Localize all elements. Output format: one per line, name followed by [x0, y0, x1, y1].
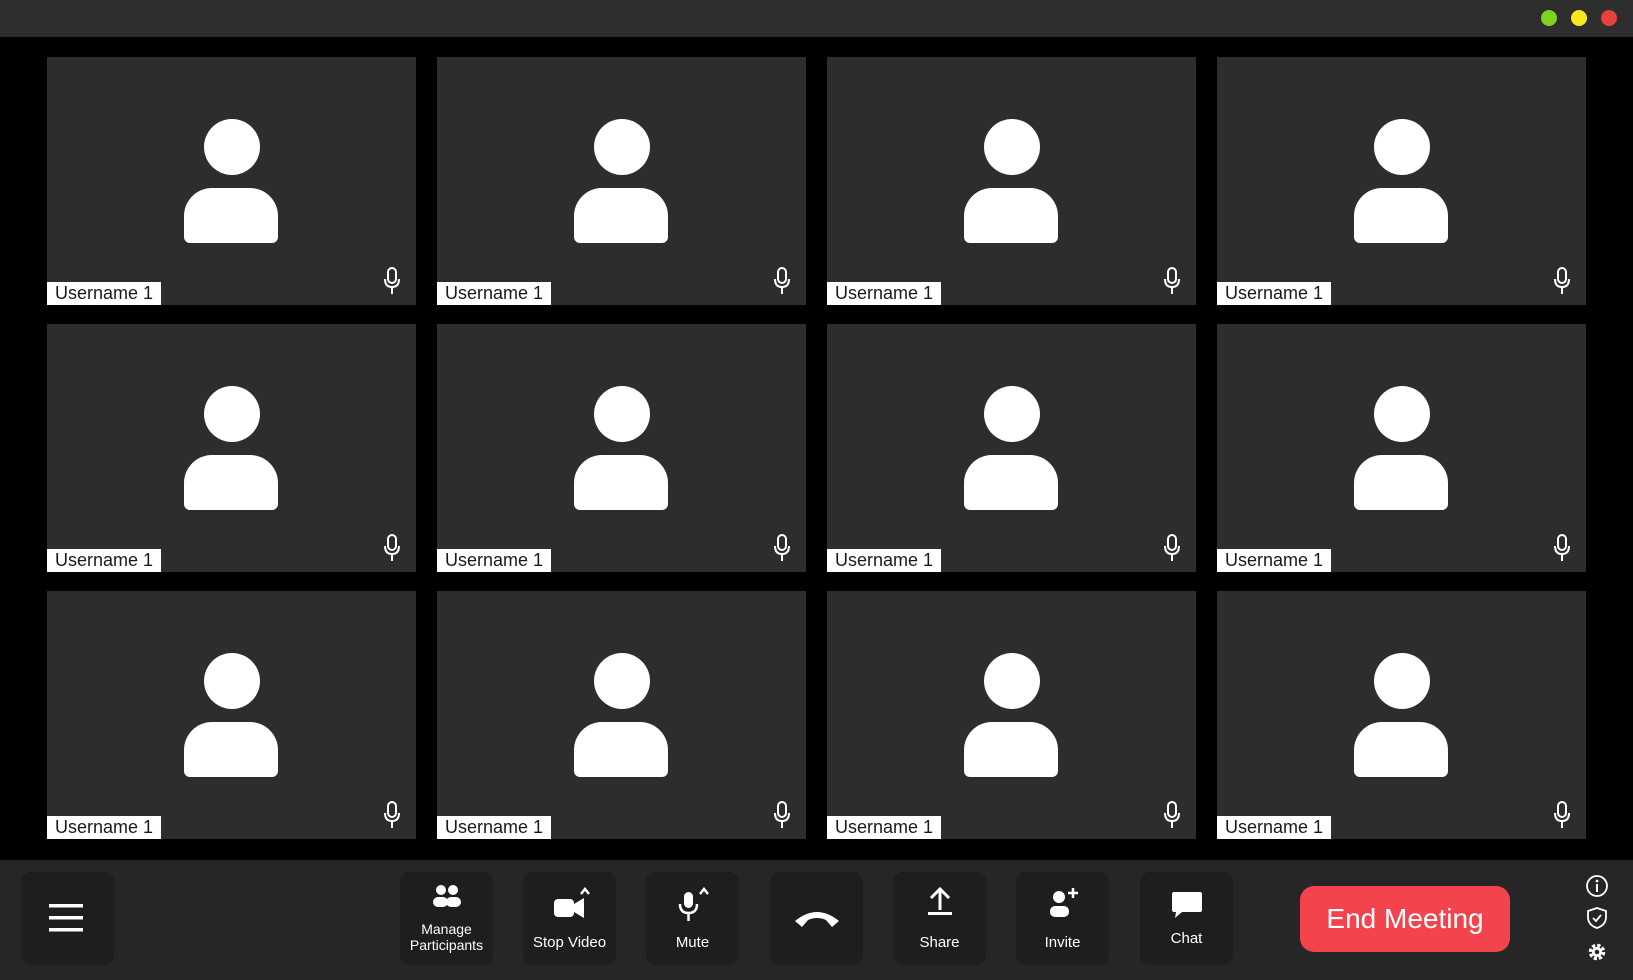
microphone-icon	[1554, 801, 1570, 828]
stop-video-label: Stop Video	[532, 934, 607, 951]
share-button[interactable]: Share	[893, 872, 986, 965]
participant-name-label: Username 1	[437, 816, 552, 839]
participant-tile[interactable]: Username 1	[1217, 324, 1586, 572]
gear-icon[interactable]	[1585, 940, 1609, 964]
participant-tile[interactable]: Username 1	[437, 591, 806, 839]
participant-name-label: Username 1	[437, 549, 552, 572]
participant-name-label: Username 1	[827, 816, 942, 839]
manage-participants-button[interactable]: Manage Participants	[400, 872, 493, 965]
participant-grid: Username 1 Username 1 Username 1 Usernam…	[47, 57, 1587, 839]
invite-label: Invite	[1044, 934, 1081, 951]
participant-name-label: Username 1	[827, 282, 942, 305]
window-minimize-button[interactable]	[1571, 10, 1587, 26]
add-user-icon	[1049, 888, 1078, 917]
microphone-icon	[774, 267, 790, 294]
participant-name-label: Username 1	[47, 282, 162, 305]
video-camera-icon	[553, 886, 590, 918]
participant-name-label: Username 1	[1217, 816, 1332, 839]
participant-tile[interactable]: Username 1	[827, 324, 1196, 572]
participant-tile[interactable]: Username 1	[437, 57, 806, 305]
chat-label: Chat	[1170, 930, 1203, 947]
avatar-placeholder-icon	[573, 653, 670, 777]
window-close-button[interactable]	[1601, 10, 1617, 26]
menu-button[interactable]	[21, 872, 114, 965]
participant-tile[interactable]: Username 1	[437, 324, 806, 572]
avatar-placeholder-icon	[963, 119, 1060, 243]
shield-icon[interactable]	[1585, 906, 1609, 930]
participant-tile[interactable]: Username 1	[47, 324, 416, 572]
avatar-placeholder-icon	[183, 386, 280, 510]
microphone-icon	[384, 801, 400, 828]
avatar-placeholder-icon	[573, 386, 670, 510]
avatar-placeholder-icon	[963, 653, 1060, 777]
microphone-icon	[774, 534, 790, 561]
stop-video-button[interactable]: Stop Video	[523, 872, 616, 965]
microphone-icon	[1554, 534, 1570, 561]
mute-button[interactable]: Mute	[646, 872, 739, 965]
participants-icon	[432, 885, 461, 907]
participant-tile[interactable]: Username 1	[827, 57, 1196, 305]
participant-name-label: Username 1	[47, 549, 162, 572]
microphone-icon	[1164, 801, 1180, 828]
participant-name-label: Username 1	[47, 816, 162, 839]
microphone-icon	[774, 801, 790, 828]
participant-tile[interactable]: Username 1	[1217, 591, 1586, 839]
avatar-placeholder-icon	[1353, 386, 1450, 510]
avatar-placeholder-icon	[573, 119, 670, 243]
microphone-icon	[384, 534, 400, 561]
phone-hangup-icon	[795, 912, 839, 927]
avatar-placeholder-icon	[183, 119, 280, 243]
avatar-placeholder-icon	[1353, 119, 1450, 243]
share-upload-icon	[927, 886, 952, 915]
microphone-icon	[678, 886, 709, 921]
avatar-placeholder-icon	[183, 653, 280, 777]
mute-label: Mute	[675, 934, 710, 951]
participant-tile[interactable]: Username 1	[827, 591, 1196, 839]
share-label: Share	[919, 934, 960, 951]
microphone-icon	[1554, 267, 1570, 294]
participant-name-label: Username 1	[437, 282, 552, 305]
title-bar	[0, 0, 1633, 37]
avatar-placeholder-icon	[963, 386, 1060, 510]
hang-up-button[interactable]	[770, 872, 863, 965]
invite-button[interactable]: Invite	[1016, 872, 1109, 965]
participant-tile[interactable]: Username 1	[1217, 57, 1586, 305]
microphone-icon	[384, 267, 400, 294]
avatar-placeholder-icon	[1353, 653, 1450, 777]
participant-name-label: Username 1	[827, 549, 942, 572]
info-icon[interactable]	[1585, 874, 1609, 898]
participant-tile[interactable]: Username 1	[47, 57, 416, 305]
participant-name-label: Username 1	[1217, 549, 1332, 572]
window-maximize-button[interactable]	[1541, 10, 1557, 26]
chat-bubble-icon	[1171, 892, 1202, 918]
chat-button[interactable]: Chat	[1140, 872, 1233, 965]
manage-participants-label: Manage Participants	[409, 921, 484, 953]
hamburger-menu-icon	[49, 904, 83, 932]
microphone-icon	[1164, 267, 1180, 294]
participant-name-label: Username 1	[1217, 282, 1332, 305]
participant-tile[interactable]: Username 1	[47, 591, 416, 839]
end-meeting-button[interactable]: End Meeting	[1300, 886, 1510, 952]
microphone-icon	[1164, 534, 1180, 561]
meeting-toolbar: Manage Participants Stop Video Mute Shar…	[0, 860, 1633, 980]
